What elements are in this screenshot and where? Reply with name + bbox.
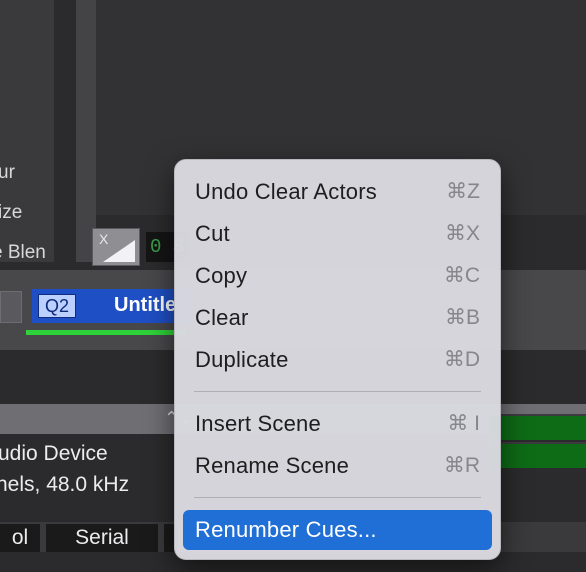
tab-ol[interactable]: ol bbox=[0, 524, 40, 552]
menu-item-clear[interactable]: Clear ⌘B bbox=[183, 299, 492, 337]
left-label-3: e Blen bbox=[0, 242, 46, 263]
level-meter-2 bbox=[490, 442, 586, 468]
cue-field[interactable] bbox=[0, 291, 22, 323]
tab-serial[interactable]: Serial bbox=[46, 524, 158, 552]
level-meter-1 bbox=[490, 414, 586, 440]
menu-separator bbox=[194, 391, 481, 392]
cue-number-badge: Q2 bbox=[38, 294, 76, 318]
menu-item-shortcut: ⌘C bbox=[443, 264, 480, 287]
menu-item-label: Cut bbox=[195, 221, 230, 246]
left-label-2: ize bbox=[0, 202, 23, 223]
device-format: nels, 48.0 kHz bbox=[0, 473, 130, 496]
level-bar bbox=[26, 330, 186, 335]
crossfade-button[interactable]: X bbox=[92, 228, 140, 266]
menu-item-rename-scene[interactable]: Rename Scene ⌘R bbox=[183, 447, 492, 485]
panel-divider bbox=[54, 0, 76, 262]
menu-item-label: Renumber Cues... bbox=[195, 517, 377, 542]
menu-separator bbox=[194, 497, 481, 498]
menu-item-shortcut: ⌘ I bbox=[447, 412, 480, 435]
menu-item-undo-clear-actors[interactable]: Undo Clear Actors ⌘Z bbox=[183, 173, 492, 211]
menu-item-label: Clear bbox=[195, 305, 249, 330]
device-name: udio Device bbox=[0, 442, 108, 465]
cue-title: Untitle bbox=[114, 294, 177, 316]
menu-item-shortcut: ⌘X bbox=[444, 222, 480, 245]
menu-item-label: Undo Clear Actors bbox=[195, 179, 377, 204]
fade-triangle-icon bbox=[103, 240, 135, 262]
menu-item-insert-scene[interactable]: Insert Scene ⌘ I bbox=[183, 405, 492, 443]
menu-item-label: Copy bbox=[195, 263, 248, 288]
menu-item-shortcut: ⌘B bbox=[444, 306, 480, 329]
menu-item-renumber-cues[interactable]: Renumber Cues... bbox=[183, 510, 492, 550]
menu-item-duplicate[interactable]: Duplicate ⌘D bbox=[183, 341, 492, 379]
menu-item-shortcut: ⌘R bbox=[443, 454, 480, 477]
menu-item-copy[interactable]: Copy ⌘C bbox=[183, 257, 492, 295]
menu-item-shortcut: ⌘Z bbox=[446, 180, 480, 203]
menu-item-cut[interactable]: Cut ⌘X bbox=[183, 215, 492, 253]
menu-item-label: Duplicate bbox=[195, 347, 289, 372]
left-label-1: ur bbox=[0, 162, 15, 183]
scroll-strip[interactable] bbox=[76, 0, 96, 262]
context-menu: Undo Clear Actors ⌘Z Cut ⌘X Copy ⌘C Clea… bbox=[174, 159, 501, 560]
menu-item-label: Rename Scene bbox=[195, 453, 350, 478]
menu-item-shortcut: ⌘D bbox=[443, 348, 480, 371]
menu-item-label: Insert Scene bbox=[195, 411, 321, 436]
